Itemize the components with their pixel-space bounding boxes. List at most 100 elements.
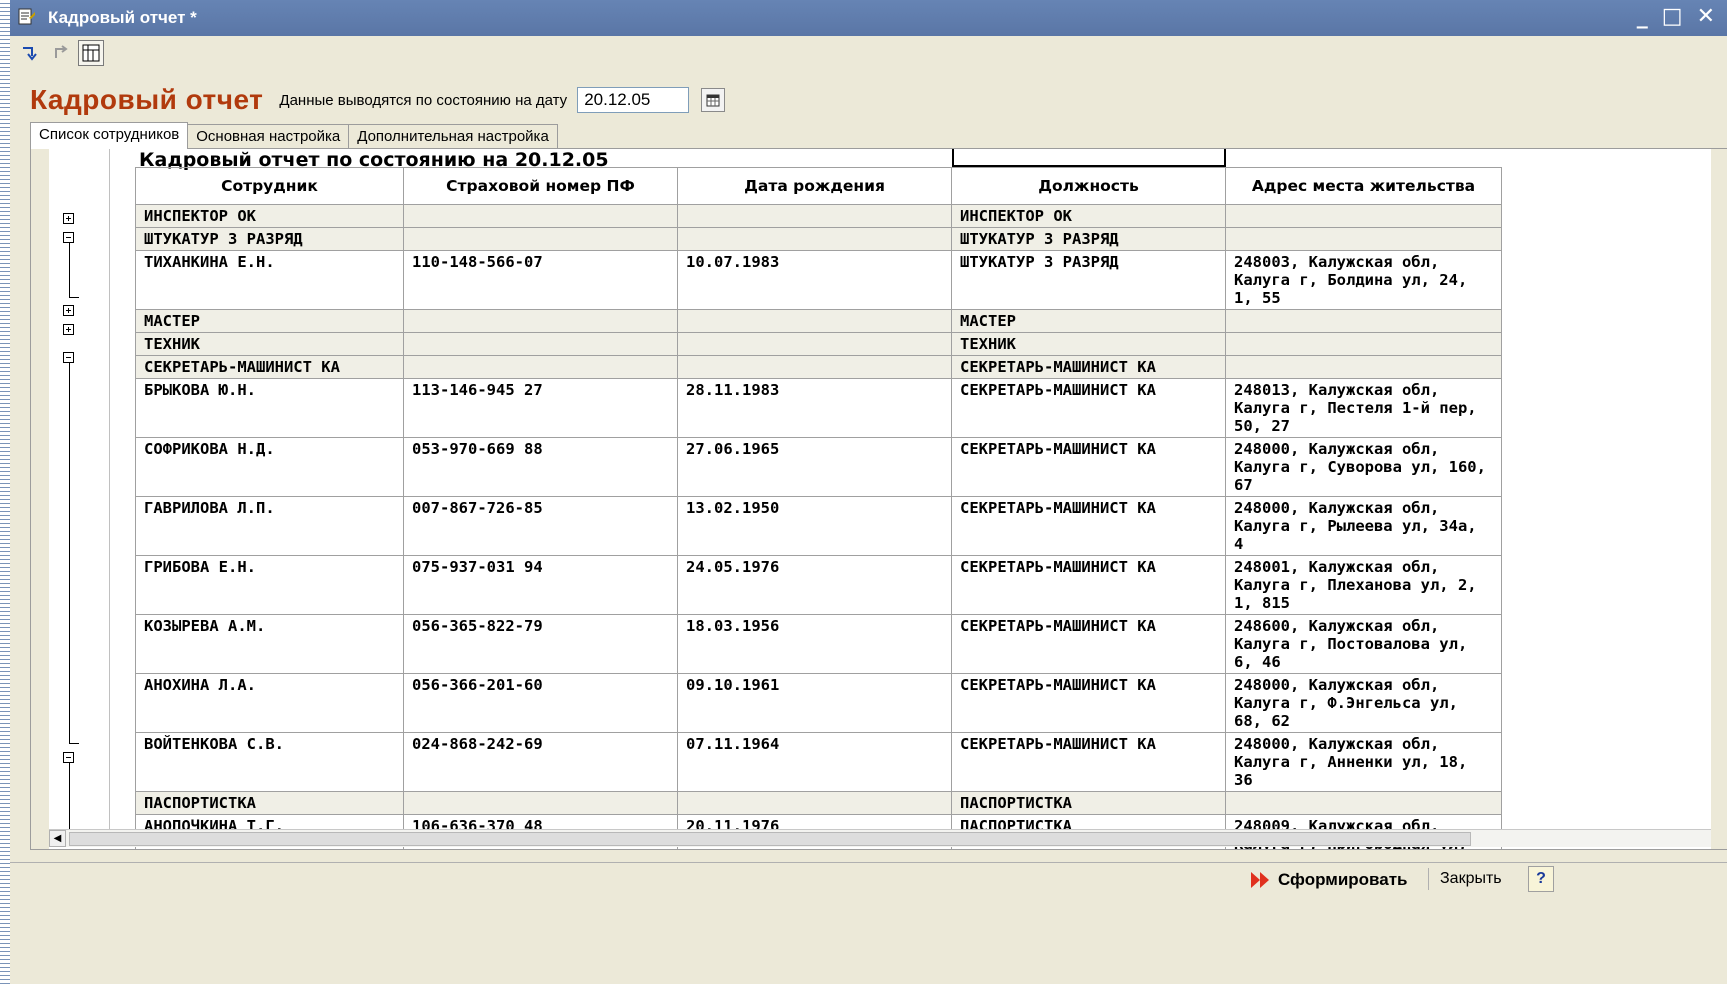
address-cell[interactable]: 248001, Калужская обл, Калуга г, Плехано…	[1225, 555, 1502, 615]
position-cell[interactable]: СЕКРЕТАРЬ-МАШИНИСТ КА	[951, 496, 1226, 556]
snils-cell[interactable]	[403, 309, 678, 333]
birth-date-cell[interactable]	[677, 204, 952, 228]
employee-cell[interactable]: СОФРИКОВА Н.Д.	[135, 437, 404, 497]
snils-cell[interactable]: 075-937-031 94	[403, 555, 678, 615]
column-header[interactable]: Дата рождения	[677, 167, 952, 205]
group-row[interactable]: ИНСПЕКТОР ОК ИНСПЕКТОР ОК	[135, 204, 1502, 228]
tab-extra-settings[interactable]: Дополнительная настройка	[348, 124, 558, 149]
snils-cell[interactable]	[403, 355, 678, 379]
address-cell[interactable]	[1225, 791, 1502, 815]
snils-cell[interactable]: 007-867-726-85	[403, 496, 678, 556]
position-cell[interactable]: ПАСПОРТИСТКА	[951, 791, 1226, 815]
expand-icon[interactable]	[63, 305, 74, 316]
snils-cell[interactable]	[403, 227, 678, 251]
position-cell[interactable]: ИНСПЕКТОР ОК	[951, 204, 1226, 228]
group-row[interactable]: СЕКРЕТАРЬ-МАШИНИСТ КА СЕКРЕТАРЬ-МАШИНИСТ …	[135, 355, 1502, 379]
position-cell[interactable]: ШТУКАТУР 3 РАЗРЯД	[951, 227, 1226, 251]
position-cell[interactable]: СЕКРЕТАРЬ-МАШИНИСТ КА	[951, 355, 1226, 379]
address-cell[interactable]: 248000, Калужская обл, Калуга г, Анненки…	[1225, 732, 1502, 792]
birth-date-cell[interactable]: 24.05.1976	[677, 555, 952, 615]
employee-cell[interactable]: ГАВРИЛОВА Л.П.	[135, 496, 404, 556]
address-cell[interactable]: 248013, Калужская обл, Калуга г, Пестеля…	[1225, 378, 1502, 438]
help-button[interactable]: ?	[1528, 866, 1554, 892]
table-row[interactable]: ГРИБОВА Е.Н. 075-937-031 94 24.05.1976 СЕКР…	[135, 555, 1502, 615]
tab-main-settings[interactable]: Основная настройка	[187, 124, 350, 149]
employee-cell[interactable]: АНОХИНА Л.А.	[135, 673, 404, 733]
group-row[interactable]: ПАСПОРТИСТКА ПАСПОРТИСТКА	[135, 791, 1502, 815]
position-cell[interactable]: ШТУКАТУР 3 РАЗРЯД	[951, 250, 1226, 310]
selected-cell[interactable]	[952, 149, 1226, 167]
position-cell[interactable]: МАСТЕР	[951, 309, 1226, 333]
table-row[interactable]: БРЫКОВА Ю.Н. 113-146-945 27 28.11.1983 СЕКР…	[135, 378, 1502, 438]
position-cell[interactable]: СЕКРЕТАРЬ-МАШИНИСТ КА	[951, 555, 1226, 615]
snils-cell[interactable]	[403, 204, 678, 228]
scroll-thumb[interactable]	[69, 832, 1471, 846]
position-cell[interactable]: ТЕХНИК	[951, 332, 1226, 356]
employee-cell[interactable]: ГРИБОВА Е.Н.	[135, 555, 404, 615]
position-cell[interactable]: СЕКРЕТАРЬ-МАШИНИСТ КА	[951, 437, 1226, 497]
table-row[interactable]: АНОХИНА Л.А. 056-366-201-60 09.10.1961 СЕКР…	[135, 673, 1502, 733]
toolbar-grid-toggle[interactable]	[78, 40, 104, 66]
snils-cell[interactable]: 110-148-566-07	[403, 250, 678, 310]
birth-date-cell[interactable]: 18.03.1956	[677, 614, 952, 674]
address-cell[interactable]	[1225, 227, 1502, 251]
collapse-icon[interactable]	[63, 352, 74, 363]
employee-cell[interactable]: БРЫКОВА Ю.Н.	[135, 378, 404, 438]
group-row[interactable]: ТЕХНИК ТЕХНИК	[135, 332, 1502, 356]
employee-cell[interactable]: КОЗЫРЕВА А.М.	[135, 614, 404, 674]
birth-date-cell[interactable]: 27.06.1965	[677, 437, 952, 497]
expand-icon[interactable]	[63, 324, 74, 335]
snils-cell[interactable]: 056-366-201-60	[403, 673, 678, 733]
horizontal-scrollbar[interactable]: ◀ ▶	[49, 829, 1711, 847]
toolbar-disabled-button[interactable]	[48, 41, 72, 65]
close-button[interactable]: Закрыть	[1440, 870, 1502, 888]
calendar-button[interactable]	[701, 88, 726, 112]
birth-date-cell[interactable]	[677, 332, 952, 356]
position-cell[interactable]: СЕКРЕТАРЬ-МАШИНИСТ КА	[951, 378, 1226, 438]
address-cell[interactable]	[1225, 332, 1502, 356]
employee-cell[interactable]: СЕКРЕТАРЬ-МАШИНИСТ КА	[135, 355, 404, 379]
address-cell[interactable]: 248000, Калужская обл, Калуга г, Ф.Энгел…	[1225, 673, 1502, 733]
address-cell[interactable]: 248003, Калужская обл, Калуга г, Болдина…	[1225, 250, 1502, 310]
column-header[interactable]: Страховой номер ПФ	[403, 167, 678, 205]
birth-date-cell[interactable]: 13.02.1950	[677, 496, 952, 556]
position-cell[interactable]: СЕКРЕТАРЬ-МАШИНИСТ КА	[951, 673, 1226, 733]
address-cell[interactable]	[1225, 309, 1502, 333]
birth-date-cell[interactable]: 07.11.1964	[677, 732, 952, 792]
position-cell[interactable]: СЕКРЕТАРЬ-МАШИНИСТ КА	[951, 614, 1226, 674]
employee-cell[interactable]: ИНСПЕКТОР ОК	[135, 204, 404, 228]
column-header[interactable]: Адрес места жительства	[1225, 167, 1502, 205]
birth-date-cell[interactable]	[677, 791, 952, 815]
group-row[interactable]: ШТУКАТУР 3 РАЗРЯД ШТУКАТУР 3 РАЗРЯД	[135, 227, 1502, 251]
address-cell[interactable]	[1225, 204, 1502, 228]
minimize-icon[interactable]: _	[1637, 4, 1648, 29]
birth-date-cell[interactable]: 28.11.1983	[677, 378, 952, 438]
birth-date-cell[interactable]	[677, 227, 952, 251]
table-row[interactable]: ГАВРИЛОВА Л.П. 007-867-726-85 13.02.1950 СЕ…	[135, 496, 1502, 556]
snils-cell[interactable]	[403, 332, 678, 356]
birth-date-cell[interactable]	[677, 309, 952, 333]
employee-cell[interactable]: ТИХАНКИНА Е.Н.	[135, 250, 404, 310]
column-header[interactable]: Сотрудник	[135, 167, 404, 205]
employee-cell[interactable]: МАСТЕР	[135, 309, 404, 333]
report-grid[interactable]: Кадровый отчет по состоянию на 20.12.05 …	[49, 149, 1711, 849]
expand-icon[interactable]	[63, 213, 74, 224]
title-bar[interactable]: Кадровый отчет * _ □ ✕	[10, 0, 1727, 36]
snils-cell[interactable]: 056-365-822-79	[403, 614, 678, 674]
employee-cell[interactable]: ТЕХНИК	[135, 332, 404, 356]
employee-cell[interactable]: ПАСПОРТИСТКА	[135, 791, 404, 815]
collapse-icon[interactable]	[63, 232, 74, 243]
collapse-icon[interactable]	[63, 752, 74, 763]
toolbar-action-button[interactable]	[18, 41, 42, 65]
snils-cell[interactable]: 113-146-945 27	[403, 378, 678, 438]
date-field[interactable]: 20.12.05	[577, 87, 690, 113]
close-window-icon[interactable]: ✕	[1697, 4, 1715, 29]
snils-cell[interactable]: 024-868-242-69	[403, 732, 678, 792]
generate-button[interactable]: Сформировать	[1250, 870, 1408, 890]
column-header[interactable]: Должность	[951, 167, 1226, 205]
group-row[interactable]: МАСТЕР МАСТЕР	[135, 309, 1502, 333]
birth-date-cell[interactable]	[677, 355, 952, 379]
address-cell[interactable]: 248000, Калужская обл, Калуга г, Рылеева…	[1225, 496, 1502, 556]
tab-employee-list[interactable]: Список сотрудников	[30, 122, 189, 149]
address-cell[interactable]: 248600, Калужская обл, Калуга г, Постова…	[1225, 614, 1502, 674]
